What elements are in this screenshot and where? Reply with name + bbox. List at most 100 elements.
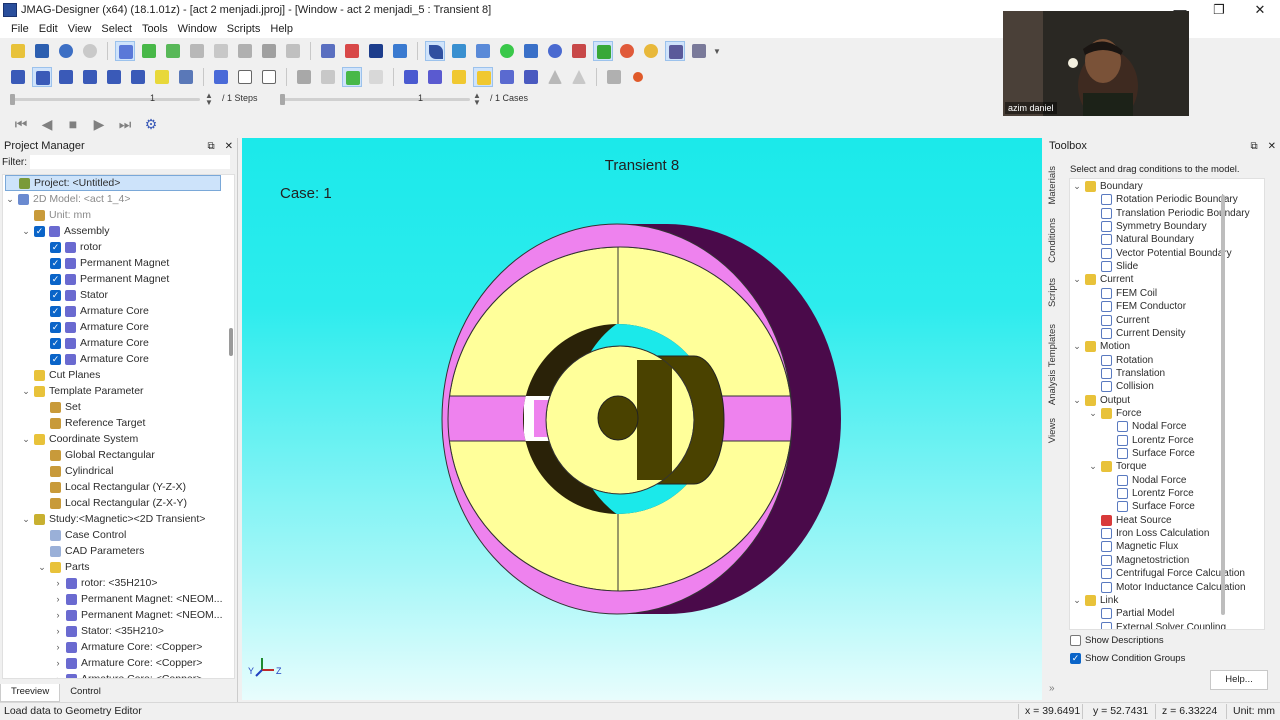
select-pointer-icon[interactable] — [425, 41, 445, 61]
chevron-down-icon[interactable]: ⌄ — [21, 226, 31, 237]
chevron-down-icon[interactable]: ⌄ — [1088, 461, 1098, 472]
menu-help[interactable]: Help — [265, 23, 298, 35]
tree-item[interactable]: ⌄ Template Parameter — [21, 383, 143, 399]
save-icon[interactable] — [32, 41, 52, 61]
toolbox-item[interactable]: Rotation — [1088, 354, 1153, 367]
toolbox-item[interactable]: Magnetic Flux — [1088, 540, 1178, 553]
chevron-right-icon[interactable]: › — [53, 626, 63, 636]
settings-gear-icon[interactable] — [641, 41, 661, 61]
layout-icon[interactable] — [689, 41, 709, 61]
chevron-right-icon[interactable]: › — [53, 594, 63, 604]
tree-item[interactable]: › Armature Core: <Copper> — [53, 639, 203, 655]
cube-green-icon[interactable] — [342, 67, 362, 87]
toolbox-item[interactable]: Rotation Periodic Boundary — [1088, 193, 1238, 206]
zoom-box-icon[interactable] — [473, 41, 493, 61]
toolbox-scrollbar[interactable] — [1221, 195, 1225, 615]
view-iso-icon[interactable] — [8, 67, 28, 87]
toolbox-item[interactable]: Surface Force — [1104, 447, 1195, 460]
toolbox-item[interactable]: ⌄ Output — [1072, 394, 1130, 407]
script-icon[interactable] — [366, 41, 386, 61]
tree-item[interactable]: ⌄ ✓ Assembly — [21, 223, 109, 239]
mesh-model-icon[interactable] — [163, 41, 183, 61]
view-top-icon[interactable] — [80, 67, 100, 87]
chevron-down-icon[interactable]: ⌄ — [1088, 408, 1098, 419]
toolbox-item[interactable]: Symmetry Boundary — [1088, 220, 1207, 233]
tree-item[interactable]: Reference Target — [37, 415, 145, 431]
toolbox-item[interactable]: ⌄ Link — [1072, 594, 1118, 607]
tree-item[interactable]: ✓ Permanent Magnet — [37, 255, 169, 271]
toolbox-item[interactable]: FEM Coil — [1088, 287, 1157, 300]
chevron-down-icon[interactable]: ⌄ — [1072, 341, 1082, 352]
toolbox-item[interactable]: Heat Source — [1088, 514, 1172, 527]
tree-item[interactable]: Case Control — [37, 527, 126, 543]
tab-conditions[interactable]: Conditions — [1047, 218, 1058, 263]
pick-icon[interactable] — [449, 41, 469, 61]
model-icon[interactable] — [139, 41, 159, 61]
case-value[interactable]: 1 — [418, 93, 423, 103]
tree-item[interactable]: ⌄ Coordinate System — [21, 431, 138, 447]
toolbox-pin-icon[interactable]: ⧉ — [1250, 141, 1257, 152]
calculator-icon[interactable] — [569, 41, 589, 61]
geometry-editor-icon[interactable] — [115, 41, 135, 61]
toolbox-item[interactable]: ⌄ Force — [1088, 407, 1142, 420]
chevron-down-icon[interactable]: ⌄ — [37, 562, 47, 573]
tree-item[interactable]: Project: <Untitled> — [5, 175, 221, 191]
tree-item[interactable]: ✓ Permanent Magnet — [37, 271, 169, 287]
tree-item[interactable]: Unit: mm — [21, 207, 91, 223]
toolbox-item[interactable]: Current Density — [1088, 327, 1185, 340]
help-button[interactable]: Help... — [1210, 670, 1268, 690]
visibility-checkbox[interactable]: ✓ — [50, 337, 61, 349]
solid-icon[interactable] — [259, 41, 279, 61]
menu-scripts[interactable]: Scripts — [222, 23, 266, 35]
toolbox-item[interactable]: External Solver Coupling — [1088, 621, 1226, 629]
step-slider[interactable] — [10, 94, 200, 105]
face-yellow-icon[interactable] — [449, 67, 469, 87]
visibility-checkbox[interactable]: ✓ — [50, 305, 61, 317]
tree-item[interactable]: ⌄ Study:<Magnetic><2D Transient> — [21, 511, 205, 527]
cube-light-icon[interactable] — [318, 67, 338, 87]
case-slider[interactable] — [280, 94, 470, 105]
tree-item[interactable]: ✓ Armature Core — [37, 303, 149, 319]
tree-item[interactable]: ✓ Armature Core — [37, 351, 149, 367]
view-left-icon[interactable] — [128, 67, 148, 87]
shaded-icon[interactable] — [211, 67, 231, 87]
toolbox-item[interactable]: Vector Potential Boundary — [1088, 247, 1232, 260]
frame-icon[interactable] — [283, 41, 303, 61]
chevron-down-icon[interactable]: ⌄ — [21, 514, 31, 525]
view-bottom-icon[interactable] — [104, 67, 124, 87]
close-panel-icon[interactable]: ✕ — [225, 141, 233, 152]
tree-item[interactable]: › Armature Core: <Copper> — [53, 655, 203, 671]
show-descriptions-option[interactable]: Show Descriptions — [1070, 635, 1164, 646]
selection-box-icon[interactable] — [593, 41, 613, 61]
chevron-down-icon[interactable]: ▼ — [713, 47, 721, 56]
toolbox-close-icon[interactable]: ✕ — [1268, 141, 1276, 152]
wireframe-icon[interactable] — [235, 67, 255, 87]
tab-analysis-templates[interactable]: Analysis Templates — [1047, 324, 1058, 405]
toolbox-item[interactable]: ⌄ Current — [1072, 273, 1133, 286]
face-navy-icon[interactable] — [521, 67, 541, 87]
restore-button[interactable]: ❐ — [1199, 0, 1239, 20]
motor-cross-section[interactable] — [242, 138, 1042, 700]
toolbox-item[interactable]: Nodal Force — [1104, 474, 1186, 487]
tab-treeview[interactable]: Treeview — [0, 684, 61, 702]
tree-item[interactable]: ⌄ 2D Model: <act 1_4> — [5, 191, 130, 207]
chevron-down-icon[interactable]: ⌄ — [5, 194, 15, 205]
toolbox-item[interactable]: Magnetostriction — [1088, 554, 1189, 567]
material-icon[interactable] — [342, 41, 362, 61]
face-gold-icon[interactable] — [473, 67, 493, 87]
record-icon[interactable] — [628, 67, 648, 87]
tree-item[interactable]: ✓ rotor — [37, 239, 102, 255]
undo-icon[interactable] — [56, 41, 76, 61]
toolbox-item[interactable]: ⌄ Torque — [1088, 460, 1147, 473]
show-condition-groups-option[interactable]: ✓ Show Condition Groups — [1070, 653, 1185, 664]
graph-icon[interactable] — [318, 41, 338, 61]
tree-item[interactable]: › Stator: <35H210> — [53, 623, 164, 639]
first-step-icon[interactable]: ⏮ — [12, 115, 30, 133]
redo-icon[interactable] — [80, 41, 100, 61]
filter-input[interactable] — [30, 155, 230, 169]
tree-item[interactable]: Global Rectangular — [37, 447, 155, 463]
view-back-icon[interactable] — [56, 67, 76, 87]
toolbox-item[interactable]: Translation — [1088, 367, 1165, 380]
toolbox-item[interactable]: Partial Model — [1088, 607, 1174, 620]
face-blue-icon[interactable] — [401, 67, 421, 87]
